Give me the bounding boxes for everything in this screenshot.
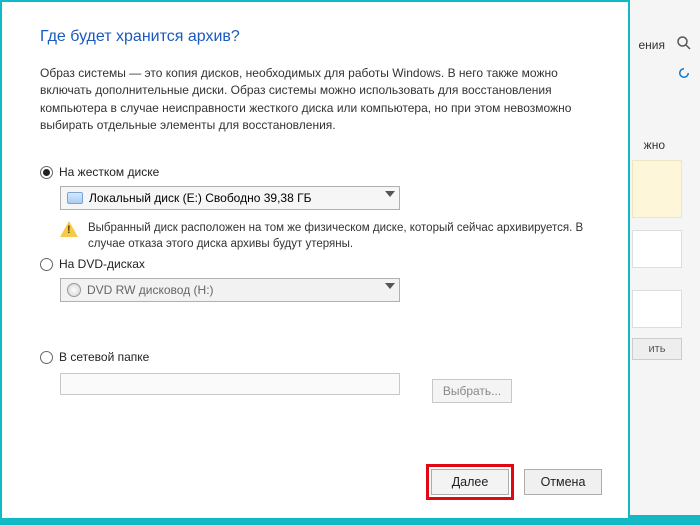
bg-text-fragment-2: жно: [644, 138, 665, 152]
dvd-select[interactable]: DVD RW дисковод (H:): [60, 278, 400, 302]
cancel-button[interactable]: Отмена: [524, 469, 602, 495]
radio-icon: [40, 258, 53, 271]
radio-network[interactable]: В сетевой папке: [40, 350, 595, 364]
bg-text-fragment: ения: [638, 38, 665, 52]
radio-dvd[interactable]: На DVD-дисках: [40, 257, 595, 271]
hard-disk-select[interactable]: Локальный диск (E:) Свободно 39,38 ГБ: [60, 186, 400, 210]
search-icon[interactable]: [676, 35, 692, 51]
wizard-dialog: Где будет хранится архив? Образ системы …: [0, 0, 630, 520]
option-dvd: На DVD-дисках DVD RW дисковод (H:): [40, 257, 595, 302]
chevron-down-icon: [385, 283, 395, 289]
next-button-highlight: Далее: [426, 464, 514, 500]
hard-disk-warning: Выбранный диск расположен на том же физи…: [60, 220, 595, 252]
warning-icon: [60, 221, 78, 237]
bg-right-panel: ения жно ить: [620, 0, 700, 525]
radio-dvd-label: На DVD-дисках: [59, 257, 145, 271]
bg-note-panel: [632, 160, 682, 218]
dialog-title: Где будет хранится архив?: [40, 28, 240, 46]
bg-button-fragment[interactable]: ить: [632, 338, 682, 360]
radio-hard-disk-label: На жестком диске: [59, 165, 159, 179]
radio-network-label: В сетевой папке: [59, 350, 149, 364]
chevron-down-icon: [385, 191, 395, 197]
radio-icon: [40, 166, 53, 179]
dvd-icon: [67, 283, 81, 297]
radio-icon: [40, 351, 53, 364]
disk-icon: [67, 192, 83, 204]
dialog-description: Образ системы — это копия дисков, необхо…: [40, 65, 590, 135]
option-network: В сетевой папке Выбрать...: [40, 350, 595, 395]
network-path-input[interactable]: [60, 373, 400, 395]
bg-input-fragment-2: [632, 290, 682, 328]
option-hard-disk: На жестком диске Локальный диск (E:) Сво…: [40, 165, 595, 252]
next-button[interactable]: Далее: [431, 469, 509, 495]
radio-hard-disk[interactable]: На жестком диске: [40, 165, 595, 179]
hard-disk-warning-text: Выбранный диск расположен на том же физи…: [88, 220, 585, 252]
wizard-button-bar: Далее Отмена: [426, 464, 602, 500]
hard-disk-select-value: Локальный диск (E:) Свободно 39,38 ГБ: [89, 191, 311, 205]
dvd-select-value: DVD RW дисковод (H:): [87, 283, 214, 297]
browse-button[interactable]: Выбрать...: [432, 379, 512, 403]
bg-input-fragment-1: [632, 230, 682, 268]
refresh-icon[interactable]: [676, 65, 692, 81]
